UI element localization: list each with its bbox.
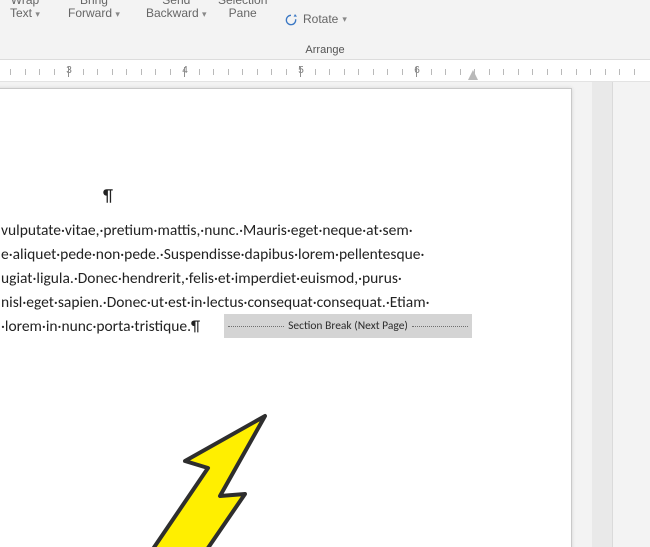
ruler-tick-label: 5 — [296, 65, 306, 76]
label-line2: Forward — [68, 6, 112, 20]
bring-forward-button[interactable]: Bring Forward ▾ — [68, 0, 120, 20]
chevron-down-icon: ▾ — [342, 15, 347, 25]
send-backward-button[interactable]: Send Backward ▾ — [146, 0, 207, 20]
ruler-tick-label: 3 — [64, 65, 74, 76]
ruler-tick-label: 6 — [412, 65, 422, 76]
horizontal-ruler[interactable]: 3 4 5 6 — [0, 60, 650, 82]
label-line2: Backward — [146, 6, 199, 20]
label-line2: Text — [10, 6, 32, 20]
ribbon: Wrap Text ▾ Bring Forward ▾ Send Backwar… — [0, 0, 650, 60]
document-page[interactable]: ¶ vulputate·vitae,·pretium·mattis,·nunc.… — [0, 88, 572, 547]
document-canvas: ¶ vulputate·vitae,·pretium·mattis,·nunc.… — [0, 82, 650, 547]
rotate-button[interactable]: Rotate ▾ — [283, 12, 347, 28]
rotate-label: Rotate — [303, 13, 338, 26]
selection-pane-button[interactable]: Selection Pane — [218, 0, 267, 20]
rotate-icon — [283, 12, 299, 28]
ruler-right-margin-marker[interactable] — [468, 70, 478, 80]
section-break-label: Section Break (Next Page) — [288, 319, 408, 333]
ribbon-group-label: Arrange — [0, 44, 650, 56]
wrap-text-button[interactable]: Wrap Text ▾ — [10, 0, 40, 20]
section-break-indicator[interactable]: Section Break (Next Page) — [224, 314, 472, 338]
chevron-down-icon: ▾ — [115, 9, 120, 19]
canvas-gutter — [592, 82, 650, 547]
label-line2: Pane — [229, 6, 257, 20]
paragraph-mark: ¶ — [103, 185, 113, 206]
ruler-tick-label: 4 — [180, 65, 190, 76]
chevron-down-icon: ▾ — [35, 9, 40, 19]
chevron-down-icon: ▾ — [202, 9, 207, 19]
